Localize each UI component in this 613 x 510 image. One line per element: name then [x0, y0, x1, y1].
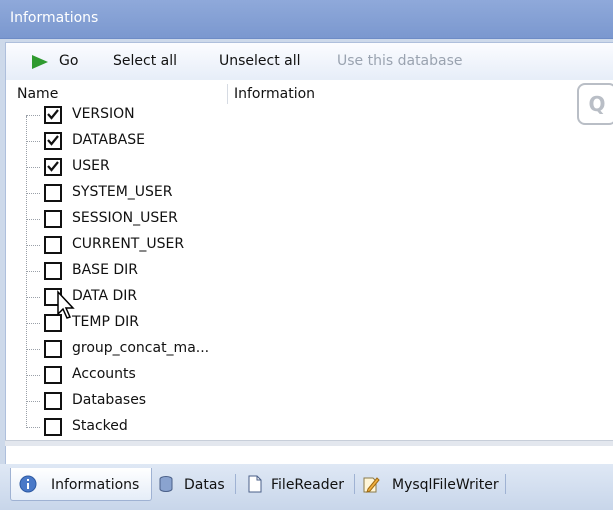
- tree-item[interactable]: group_concat_ma...: [6, 336, 386, 362]
- unselect-all-button[interactable]: Unselect all: [219, 53, 301, 69]
- tree-item-label: DATABASE: [72, 132, 145, 148]
- checkbox[interactable]: [44, 158, 62, 176]
- checkbox[interactable]: [44, 340, 62, 358]
- checkbox[interactable]: [44, 392, 62, 410]
- tree-item-label: Accounts: [72, 366, 136, 382]
- tree-item[interactable]: Stacked: [6, 414, 386, 440]
- tree-item-label: Stacked: [72, 418, 128, 434]
- go-button[interactable]: Go: [59, 53, 78, 69]
- tree-item[interactable]: Accounts: [6, 362, 386, 388]
- tree-connector: [26, 401, 40, 402]
- use-this-database-button[interactable]: Use this database: [337, 53, 463, 69]
- tab-divider: [505, 474, 506, 494]
- title-bar: Informations: [0, 0, 613, 39]
- tab-label: Informations: [51, 477, 140, 493]
- tree-item-label: Databases: [72, 392, 147, 408]
- tree-connector: [26, 349, 40, 350]
- tab-mysqlfilewriter[interactable]: MysqlFileWriter: [355, 468, 505, 500]
- checkmark-icon: [47, 135, 59, 146]
- tree-item[interactable]: SYSTEM_USER: [6, 180, 386, 206]
- tree-item[interactable]: USER: [6, 154, 386, 180]
- tree-item-label: TEMP DIR: [72, 314, 140, 330]
- info-tree-panel: Name Information Q VERSION DATABASE USER SY…: [5, 80, 613, 464]
- tree-item-label: group_concat_ma...: [72, 340, 210, 356]
- checkbox[interactable]: [44, 236, 62, 254]
- watermark-logo: Q: [577, 83, 613, 125]
- tree-item[interactable]: VERSION: [6, 102, 386, 128]
- toolbar: Go Select all Unselect all Use this data…: [5, 42, 613, 81]
- tree-connector: [26, 271, 40, 272]
- tree-connector: [26, 323, 40, 324]
- tab-informations[interactable]: Informations: [10, 468, 152, 501]
- checkbox[interactable]: [44, 262, 62, 280]
- column-divider[interactable]: [227, 84, 228, 104]
- pencil-file-icon: [363, 477, 380, 493]
- checkbox[interactable]: [44, 418, 62, 436]
- tree-item-label: VERSION: [72, 106, 135, 122]
- tree-item-label: CURRENT_USER: [72, 236, 185, 252]
- tab-filereader[interactable]: FileReader: [236, 468, 350, 500]
- column-header-name[interactable]: Name: [17, 86, 58, 102]
- horizontal-scrollbar[interactable]: [5, 440, 613, 446]
- tree-connector: [26, 245, 40, 246]
- tab-label: Datas: [184, 477, 225, 493]
- tree-connector: [26, 141, 40, 142]
- tree-item[interactable]: SESSION_USER: [6, 206, 386, 232]
- tree-connector: [26, 297, 40, 298]
- tab-datas[interactable]: Datas: [152, 468, 232, 500]
- tree-connector: [26, 427, 40, 428]
- tree-item-label: DATA DIR: [72, 288, 138, 304]
- tree-connector: [26, 219, 40, 220]
- tree-connector: [26, 375, 40, 376]
- tree-item[interactable]: CURRENT_USER: [6, 232, 386, 258]
- tree-item-label: SYSTEM_USER: [72, 184, 173, 200]
- tree-item-label: SESSION_USER: [72, 210, 178, 226]
- checkbox[interactable]: [44, 132, 62, 150]
- info-icon: [19, 475, 37, 493]
- file-icon: [248, 475, 262, 493]
- tree-connector: [26, 193, 40, 194]
- checkmark-icon: [47, 161, 59, 172]
- bottom-tab-bar: Informations Datas FileReader MysqlFileW…: [0, 464, 613, 510]
- checkbox[interactable]: [44, 106, 62, 124]
- window-title: Informations: [10, 10, 99, 26]
- tree-item-label: BASE DIR: [72, 262, 139, 278]
- tree-item[interactable]: BASE DIR: [6, 258, 386, 284]
- checkbox[interactable]: [44, 366, 62, 384]
- checkbox[interactable]: [44, 210, 62, 228]
- database-icon: [159, 476, 173, 492]
- checkbox[interactable]: [44, 184, 62, 202]
- tree-connector: [26, 167, 40, 168]
- tab-label: MysqlFileWriter: [392, 477, 499, 493]
- select-all-button[interactable]: Select all: [113, 53, 177, 69]
- tree-item-label: USER: [72, 158, 110, 174]
- tab-label: FileReader: [271, 477, 344, 493]
- checkmark-icon: [47, 109, 59, 120]
- column-header-information[interactable]: Information: [234, 86, 315, 102]
- play-arrow-icon[interactable]: [32, 55, 48, 69]
- tree-connector: [26, 115, 40, 116]
- tree-item[interactable]: DATABASE: [6, 128, 386, 154]
- tree-item[interactable]: Databases: [6, 388, 386, 414]
- mouse-cursor-icon: [57, 290, 75, 319]
